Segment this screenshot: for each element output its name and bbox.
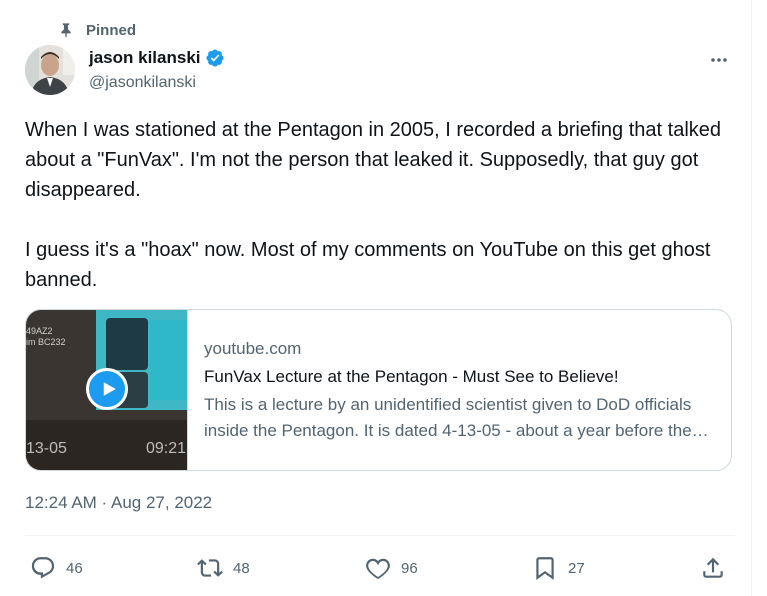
repost-count: 48 — [233, 559, 250, 577]
bookmark-button[interactable]: 27 — [532, 552, 585, 584]
tweet-text: When I was stationed at the Pentagon in … — [25, 119, 722, 291]
thumbnail-label-b: im BC232 — [26, 337, 66, 347]
reply-button[interactable]: 46 — [30, 552, 83, 584]
more-icon — [711, 58, 727, 62]
play-icon — [103, 382, 116, 396]
thumbnail-date: 13-05 — [26, 440, 67, 457]
repost-button[interactable]: 48 — [197, 552, 250, 584]
bookmark-count: 27 — [568, 559, 585, 577]
tweet-timestamp[interactable]: 12:24 AM · Aug 27, 2022 — [25, 493, 212, 513]
avatar[interactable] — [25, 45, 75, 95]
pinned-indicator: Pinned — [58, 18, 136, 42]
divider — [25, 535, 735, 536]
verified-badge-icon — [205, 49, 224, 67]
thumbnail-time: 09:21 — [146, 440, 187, 457]
card-title[interactable]: FunVax Lecture at the Pentagon - Must Se… — [204, 364, 714, 390]
card-domain: youtube.com — [204, 339, 302, 358]
tweet-container: Pinned jason kilanski @jasonkilanski Whe… — [0, 0, 752, 596]
card-body[interactable]: youtube.com FunVax Lecture at the Pentag… — [188, 310, 730, 470]
link-preview-card[interactable]: 49AZ2 im BC232 13-05 09:21 youtube.com F… — [25, 309, 732, 471]
pinned-label: Pinned — [86, 21, 137, 39]
reply-count: 46 — [66, 559, 83, 577]
share-button[interactable] — [700, 552, 726, 584]
like-button[interactable]: 96 — [365, 552, 418, 584]
thumbnail-panel — [150, 320, 187, 400]
heart-icon — [366, 558, 390, 580]
reply-icon — [31, 557, 55, 579]
more-options-button[interactable] — [702, 48, 736, 72]
author-handle[interactable]: @jasonkilanski — [89, 74, 196, 92]
thumbnail-scan-top — [106, 318, 148, 370]
like-count: 96 — [401, 559, 418, 577]
author-name[interactable]: jason kilanski — [89, 48, 201, 68]
action-bar: 46 48 96 27 — [0, 552, 752, 584]
author-name-row[interactable]: jason kilanski — [89, 48, 225, 68]
pin-icon — [61, 23, 71, 38]
bookmark-icon — [536, 557, 554, 580]
card-description: This is a lecture by an unidentified sci… — [204, 395, 692, 440]
repost-icon — [197, 559, 223, 577]
video-thumbnail[interactable]: 49AZ2 im BC232 13-05 09:21 — [26, 310, 188, 470]
play-button[interactable] — [86, 368, 128, 410]
thumbnail-label-a: 49AZ2 — [26, 326, 53, 336]
share-icon — [703, 557, 723, 578]
